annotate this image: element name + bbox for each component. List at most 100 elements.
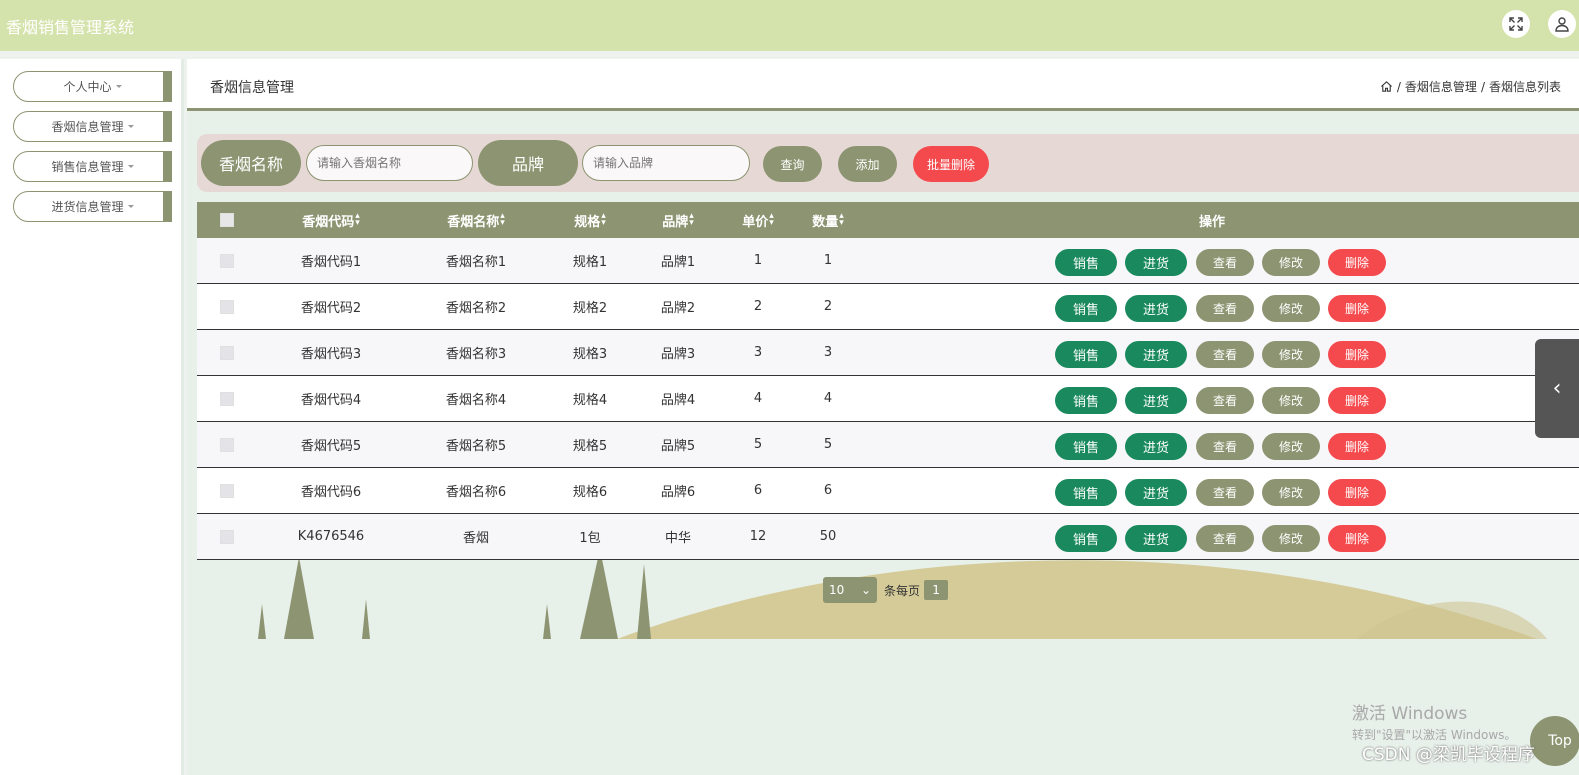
column-header-quantity[interactable]: 数量 ▴ ▾ xyxy=(797,202,859,238)
delete-button[interactable]: 删除 xyxy=(1328,341,1386,368)
page-header: 香烟信息管理 / 香烟信息管理 / 香烟信息列表 xyxy=(187,59,1579,111)
row-checkbox[interactable] xyxy=(219,422,235,467)
purchase-button[interactable]: 进货 xyxy=(1125,479,1187,506)
breadcrumb-item[interactable]: 香烟信息管理 xyxy=(1405,78,1477,95)
cigarette-name-label: 香烟名称 xyxy=(201,140,301,186)
purchase-button[interactable]: 进货 xyxy=(1125,341,1187,368)
view-button[interactable]: 查看 xyxy=(1196,525,1254,552)
table-row: 香烟代码1 香烟名称1 规格1 品牌1 1 1 销售 进货 查看 修改 删除 xyxy=(197,238,1579,284)
purchase-button[interactable]: 进货 xyxy=(1125,387,1187,414)
edit-button[interactable]: 修改 xyxy=(1262,387,1320,414)
cell-name: 香烟 xyxy=(462,531,489,546)
delete-button[interactable]: 删除 xyxy=(1328,249,1386,276)
view-button[interactable]: 查看 xyxy=(1196,387,1254,414)
cell-brand: 品牌4 xyxy=(660,393,696,408)
delete-button[interactable]: 删除 xyxy=(1328,387,1386,414)
cell-qty: 1 xyxy=(823,253,833,268)
cell-price: 5 xyxy=(753,437,763,452)
delete-button[interactable]: 删除 xyxy=(1328,479,1386,506)
row-checkbox[interactable] xyxy=(219,330,235,375)
table-row: 香烟代码2 香烟名称2 规格2 品牌2 2 2 销售 进货 查看 修改 删除 xyxy=(197,284,1579,330)
view-button[interactable]: 查看 xyxy=(1196,433,1254,460)
edit-button[interactable]: 修改 xyxy=(1262,341,1320,368)
sort-icon: ▴ ▾ xyxy=(355,211,360,228)
back-to-top-button[interactable]: Top xyxy=(1530,716,1579,766)
table-row: 香烟代码4 香烟名称4 规格4 品牌4 4 4 销售 进货 查看 修改 删除 xyxy=(197,376,1579,422)
sale-button[interactable]: 销售 xyxy=(1055,525,1117,552)
table-row: 香烟代码3 香烟名称3 规格3 品牌3 3 3 销售 进货 查看 修改 删除 xyxy=(197,330,1579,376)
cell-qty: 5 xyxy=(823,437,833,452)
page-number-button[interactable]: 1 xyxy=(924,580,949,600)
caret-down-icon xyxy=(127,205,134,208)
add-button[interactable]: 添加 xyxy=(838,146,897,182)
cell-name: 香烟名称5 xyxy=(445,439,507,454)
cell-price: 1 xyxy=(753,253,763,268)
column-header-name[interactable]: 香烟名称 ▴ ▾ xyxy=(432,202,520,238)
column-header-code[interactable]: 香烟代码 ▴ ▾ xyxy=(287,202,375,238)
sidebar-item-cigarette-info[interactable]: 香烟信息管理 xyxy=(13,111,172,142)
cell-brand: 品牌1 xyxy=(660,255,696,270)
edit-button[interactable]: 修改 xyxy=(1262,479,1320,506)
view-button[interactable]: 查看 xyxy=(1196,249,1254,276)
page-size-select[interactable]: 10 ⌄ xyxy=(823,577,877,603)
view-button[interactable]: 查看 xyxy=(1196,341,1254,368)
sidebar-item-label: 销售信息管理 xyxy=(51,160,124,174)
purchase-button[interactable]: 进货 xyxy=(1125,249,1187,276)
cell-price: 2 xyxy=(753,299,763,314)
breadcrumb-item-current: 香烟信息列表 xyxy=(1488,80,1561,94)
sort-icon: ▴ ▾ xyxy=(601,211,606,228)
delete-button[interactable]: 删除 xyxy=(1328,433,1386,460)
purchase-button[interactable]: 进货 xyxy=(1125,295,1187,322)
purchase-button[interactable]: 进货 xyxy=(1125,525,1187,552)
edit-button[interactable]: 修改 xyxy=(1262,295,1320,322)
select-all-checkbox[interactable] xyxy=(219,202,235,238)
column-header-spec[interactable]: 规格 ▴ ▾ xyxy=(559,202,621,238)
column-header-label: 数量 xyxy=(812,214,839,230)
column-header-brand[interactable]: 品牌 ▴ ▾ xyxy=(647,202,709,238)
caret-down-icon xyxy=(127,125,134,128)
column-header-label: 规格 xyxy=(574,214,601,230)
cigarette-name-input[interactable] xyxy=(306,145,473,181)
brand-input[interactable] xyxy=(582,145,750,181)
sort-icon: ▴ ▾ xyxy=(769,211,774,228)
row-checkbox[interactable] xyxy=(219,376,235,421)
view-button[interactable]: 查看 xyxy=(1196,479,1254,506)
view-button[interactable]: 查看 xyxy=(1196,295,1254,322)
sidebar-item-purchase-info[interactable]: 进货信息管理 xyxy=(13,191,172,222)
sale-button[interactable]: 销售 xyxy=(1055,387,1117,414)
query-button[interactable]: 查询 xyxy=(763,146,822,182)
delete-button[interactable]: 删除 xyxy=(1328,525,1386,552)
sale-button[interactable]: 销售 xyxy=(1055,341,1117,368)
purchase-button[interactable]: 进货 xyxy=(1125,433,1187,460)
column-header-actions: 操作 xyxy=(1198,214,1225,230)
fullscreen-icon[interactable] xyxy=(1502,10,1530,38)
search-bar: 香烟名称 品牌 查询 添加 批量删除 xyxy=(197,134,1579,192)
sale-button[interactable]: 销售 xyxy=(1055,433,1117,460)
sidebar-item-sales-info[interactable]: 销售信息管理 xyxy=(13,151,172,182)
edit-button[interactable]: 修改 xyxy=(1262,249,1320,276)
watermark-line1: 激活 Windows xyxy=(1352,704,1468,724)
cell-spec: 规格5 xyxy=(572,439,608,454)
sidebar-item-personal-center[interactable]: 个人中心 xyxy=(13,71,172,102)
row-checkbox[interactable] xyxy=(219,514,235,559)
sort-icon: ▴ ▾ xyxy=(689,211,694,228)
row-checkbox[interactable] xyxy=(219,468,235,513)
batch-delete-button[interactable]: 批量删除 xyxy=(913,146,989,182)
row-checkbox[interactable] xyxy=(219,238,235,283)
delete-button[interactable]: 删除 xyxy=(1328,295,1386,322)
user-icon[interactable] xyxy=(1548,10,1576,38)
cell-code: 香烟代码4 xyxy=(300,393,362,408)
row-checkbox[interactable] xyxy=(219,284,235,329)
sale-button[interactable]: 销售 xyxy=(1055,479,1117,506)
breadcrumb-separator: / xyxy=(1396,79,1401,94)
home-icon[interactable] xyxy=(1380,80,1393,93)
sale-button[interactable]: 销售 xyxy=(1055,249,1117,276)
sale-button[interactable]: 销售 xyxy=(1055,295,1117,322)
edit-button[interactable]: 修改 xyxy=(1262,525,1320,552)
edit-button[interactable]: 修改 xyxy=(1262,433,1320,460)
column-header-label: 香烟名称 xyxy=(447,214,500,230)
chevron-left-icon[interactable]: ‹ xyxy=(1535,339,1579,438)
column-header-price[interactable]: 单价 ▴ ▾ xyxy=(727,202,789,238)
page-size-value: 10 xyxy=(829,583,845,597)
column-header-label: 香烟代码 xyxy=(302,214,355,230)
